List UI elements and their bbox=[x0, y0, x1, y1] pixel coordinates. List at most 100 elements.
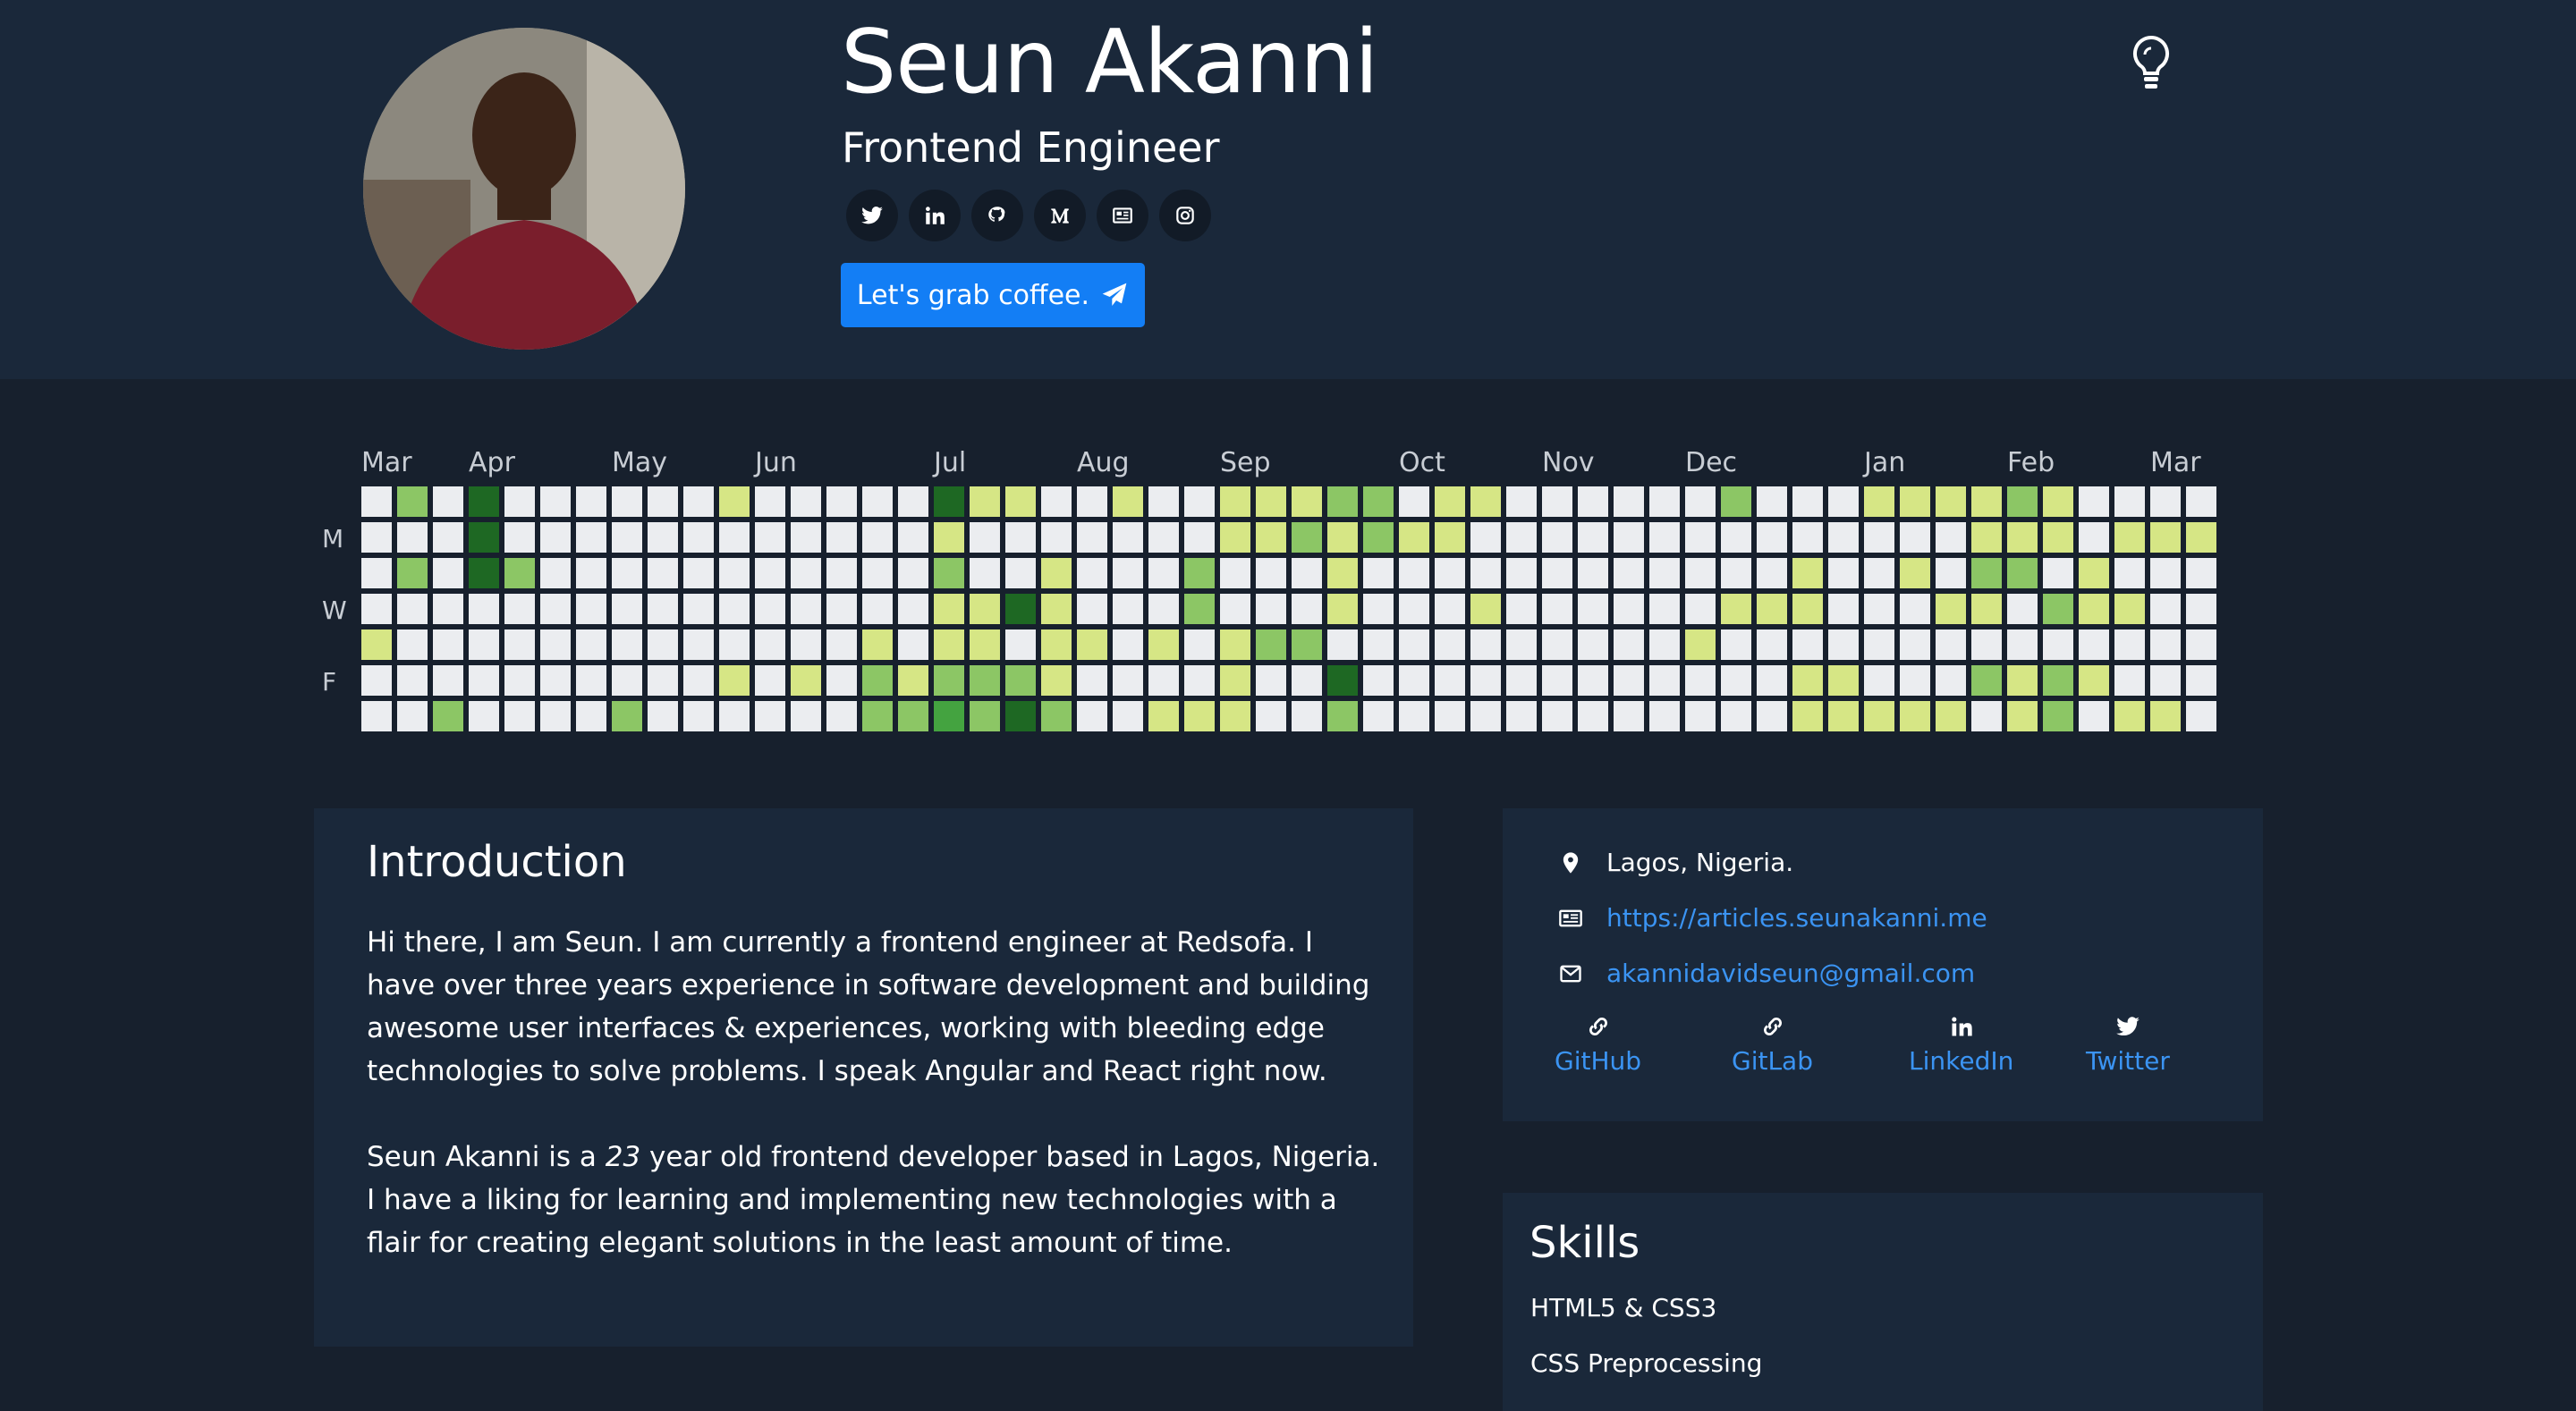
contribution-cell[interactable] bbox=[433, 629, 463, 660]
contribution-cell[interactable] bbox=[1220, 558, 1250, 588]
contribution-cell[interactable] bbox=[1220, 594, 1250, 624]
email-link[interactable]: akannidavidseun@gmail.com bbox=[1606, 959, 1975, 988]
contribution-cell[interactable] bbox=[576, 558, 606, 588]
contribution-cell[interactable] bbox=[862, 522, 893, 553]
contribution-cell[interactable] bbox=[1542, 594, 1572, 624]
contribution-cell[interactable] bbox=[683, 594, 714, 624]
contribution-cell[interactable] bbox=[1721, 486, 1751, 517]
contribution-cell[interactable] bbox=[1327, 522, 1358, 553]
contribution-cell[interactable] bbox=[1399, 486, 1429, 517]
contribution-cell[interactable] bbox=[1184, 486, 1215, 517]
contribution-cell[interactable] bbox=[934, 701, 964, 731]
contribution-cell[interactable] bbox=[934, 486, 964, 517]
contribution-cell[interactable] bbox=[1685, 558, 1716, 588]
contribution-cell[interactable] bbox=[1792, 629, 1823, 660]
contribution-cell[interactable] bbox=[862, 701, 893, 731]
contribution-cell[interactable] bbox=[2114, 701, 2145, 731]
contribution-cell[interactable] bbox=[1900, 522, 1930, 553]
contribution-cell[interactable] bbox=[2186, 665, 2216, 696]
contribution-cell[interactable] bbox=[898, 486, 928, 517]
contribution-cell[interactable] bbox=[2150, 629, 2181, 660]
contribution-cell[interactable] bbox=[1506, 558, 1537, 588]
contribution-cell[interactable] bbox=[1971, 486, 2002, 517]
contribution-cell[interactable] bbox=[1399, 665, 1429, 696]
contribution-cell[interactable] bbox=[1005, 558, 1036, 588]
contribution-cell[interactable] bbox=[1292, 665, 1322, 696]
contribution-cell[interactable] bbox=[1470, 486, 1501, 517]
contribution-cell[interactable] bbox=[1470, 629, 1501, 660]
contribution-cell[interactable] bbox=[612, 594, 642, 624]
contribution-cell[interactable] bbox=[1792, 665, 1823, 696]
contribution-cell[interactable] bbox=[1900, 558, 1930, 588]
contribution-cell[interactable] bbox=[1256, 558, 1286, 588]
contribution-cell[interactable] bbox=[1292, 701, 1322, 731]
contribution-cell[interactable] bbox=[504, 629, 535, 660]
contribution-cell[interactable] bbox=[1005, 594, 1036, 624]
contribution-cell[interactable] bbox=[1828, 486, 1859, 517]
contribution-cell[interactable] bbox=[361, 558, 392, 588]
contribution-cell[interactable] bbox=[1256, 486, 1286, 517]
contribution-cell[interactable] bbox=[1077, 629, 1107, 660]
contribution-cell[interactable] bbox=[2043, 486, 2073, 517]
contribution-cell[interactable] bbox=[433, 701, 463, 731]
contribution-cell[interactable] bbox=[1936, 594, 1966, 624]
contribution-cell[interactable] bbox=[504, 486, 535, 517]
contribution-cell[interactable] bbox=[1113, 629, 1143, 660]
contribution-cell[interactable] bbox=[1614, 522, 1644, 553]
contribution-cell[interactable] bbox=[1685, 701, 1716, 731]
contribution-cell[interactable] bbox=[540, 486, 571, 517]
contribution-cell[interactable] bbox=[791, 629, 821, 660]
contribution-cell[interactable] bbox=[504, 701, 535, 731]
contribution-cell[interactable] bbox=[397, 701, 428, 731]
contribution-cell[interactable] bbox=[862, 629, 893, 660]
contribution-cell[interactable] bbox=[397, 558, 428, 588]
contribution-cell[interactable] bbox=[469, 486, 499, 517]
contribution-cell[interactable] bbox=[791, 701, 821, 731]
contribution-cell[interactable] bbox=[1041, 665, 1072, 696]
contribution-cell[interactable] bbox=[1614, 665, 1644, 696]
contribution-cell[interactable] bbox=[1327, 701, 1358, 731]
contribution-cell[interactable] bbox=[1614, 629, 1644, 660]
contribution-cell[interactable] bbox=[791, 522, 821, 553]
contribution-cell[interactable] bbox=[1721, 558, 1751, 588]
contribution-cell[interactable] bbox=[2079, 558, 2109, 588]
contribution-cell[interactable] bbox=[898, 701, 928, 731]
contribution-cell[interactable] bbox=[1757, 701, 1787, 731]
contribution-cell[interactable] bbox=[2114, 594, 2145, 624]
contribution-cell[interactable] bbox=[2150, 701, 2181, 731]
contribution-cell[interactable] bbox=[2043, 665, 2073, 696]
contribution-cell[interactable] bbox=[1220, 486, 1250, 517]
github-icon[interactable] bbox=[971, 190, 1023, 241]
contribution-cell[interactable] bbox=[2114, 629, 2145, 660]
contribution-cell[interactable] bbox=[1685, 629, 1716, 660]
contribution-cell[interactable] bbox=[826, 486, 857, 517]
contribution-cell[interactable] bbox=[433, 486, 463, 517]
contribution-cell[interactable] bbox=[1506, 665, 1537, 696]
contribution-cell[interactable] bbox=[970, 629, 1000, 660]
contribution-cell[interactable] bbox=[1399, 701, 1429, 731]
contribution-cell[interactable] bbox=[648, 594, 678, 624]
contribution-cell[interactable] bbox=[1792, 486, 1823, 517]
contribution-cell[interactable] bbox=[1506, 522, 1537, 553]
contribution-cell[interactable] bbox=[2150, 558, 2181, 588]
contribution-cell[interactable] bbox=[2186, 522, 2216, 553]
contribution-cell[interactable] bbox=[970, 522, 1000, 553]
contribution-cell[interactable] bbox=[1792, 558, 1823, 588]
contribution-cell[interactable] bbox=[576, 665, 606, 696]
contribution-cell[interactable] bbox=[1542, 522, 1572, 553]
contribution-cell[interactable] bbox=[540, 629, 571, 660]
contribution-cell[interactable] bbox=[1971, 665, 2002, 696]
contribution-cell[interactable] bbox=[576, 486, 606, 517]
contribution-cell[interactable] bbox=[1757, 522, 1787, 553]
contribution-cell[interactable] bbox=[1077, 522, 1107, 553]
contribution-cell[interactable] bbox=[2043, 701, 2073, 731]
contribution-cell[interactable] bbox=[719, 522, 750, 553]
contribution-cell[interactable] bbox=[1256, 522, 1286, 553]
contribution-cell[interactable] bbox=[1041, 558, 1072, 588]
contribution-cell[interactable] bbox=[1542, 701, 1572, 731]
contribution-cell[interactable] bbox=[1864, 629, 1894, 660]
contribution-cell[interactable] bbox=[612, 558, 642, 588]
contribution-cell[interactable] bbox=[1542, 629, 1572, 660]
contribution-cell[interactable] bbox=[648, 558, 678, 588]
grab-coffee-button[interactable]: Let's grab coffee. bbox=[841, 263, 1145, 327]
